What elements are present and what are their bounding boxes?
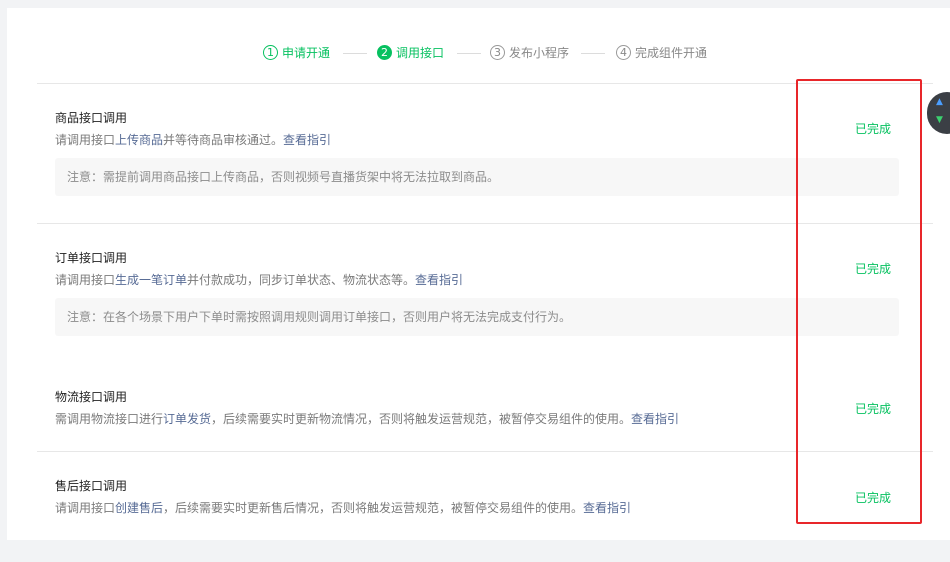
step-2-label: 调用接口 [396, 46, 445, 60]
desc-text: 并等待商品审核通过。 [163, 133, 284, 147]
step-4-label: 完成组件开通 [635, 46, 708, 60]
create-aftersale-link[interactable]: 创建售后 [115, 501, 163, 515]
arrow-up-icon: ▲ [936, 97, 943, 107]
desc-text: ，后续需要实时更新物流情况，否则将触发运营规范，被暂停交易组件的使用。 [211, 412, 632, 426]
arrow-down-icon: ▼ [936, 115, 943, 125]
section-title: 商品接口调用 [55, 111, 128, 125]
section-description: 需调用物流接口进行订单发货，后续需要实时更新物流情况，否则将触发运营规范，被暂停… [55, 411, 910, 427]
step-4-number: 4 [616, 45, 631, 60]
section-product-api: 商品接口调用 请调用接口上传商品并等待商品审核通过。查看指引 注意：需提前调用商… [55, 110, 910, 196]
section-description: 请调用接口生成一笔订单并付款成功，同步订单状态、物流状态等。查看指引 [55, 272, 910, 288]
desc-text: ，后续需要实时更新售后情况，否则将触发运营规范，被暂停交易组件的使用。 [163, 501, 584, 515]
section-aftersale-api: 售后接口调用 请调用接口创建售后，后续需要实时更新售后情况，否则将触发运营规范，… [55, 478, 910, 516]
create-order-link[interactable]: 生成一笔订单 [115, 273, 187, 287]
step-2-number: 2 [377, 45, 392, 60]
guide-link[interactable]: 查看指引 [415, 273, 463, 287]
step-1-number: 1 [263, 45, 278, 60]
step-2[interactable]: 2 调用接口 [377, 44, 444, 61]
notice-box: 注意：在各个场景下用户下单时需按照调用规则调用订单接口，否则用户将无法完成支付行… [55, 298, 899, 336]
step-3-label: 发布小程序 [509, 46, 570, 60]
section-title: 物流接口调用 [55, 390, 128, 404]
step-indicator: 1 申请开通 2 调用接口 3 发布小程序 4 完成组件开通 [7, 44, 950, 64]
section-description: 请调用接口创建售后，后续需要实时更新售后情况，否则将触发运营规范，被暂停交易组件… [55, 500, 910, 516]
section-order-api: 订单接口调用 请调用接口生成一笔订单并付款成功，同步订单状态、物流状态等。查看指… [55, 250, 910, 336]
section-title: 订单接口调用 [55, 251, 128, 265]
guide-link[interactable]: 查看指引 [631, 412, 679, 426]
guide-link[interactable]: 查看指引 [283, 133, 331, 147]
step-connector [343, 53, 367, 54]
desc-text: 请调用接口 [55, 133, 116, 147]
step-3-number: 3 [490, 45, 505, 60]
step-1-label: 申请开通 [282, 46, 331, 60]
guide-link[interactable]: 查看指引 [583, 501, 631, 515]
red-highlight-box [796, 79, 922, 524]
desc-text: 请调用接口 [55, 501, 116, 515]
section-logistics-api: 物流接口调用 需调用物流接口进行订单发货，后续需要实时更新物流情况，否则将触发运… [55, 389, 910, 427]
desc-text: 并付款成功，同步订单状态、物流状态等。 [187, 273, 416, 287]
step-connector [581, 53, 605, 54]
section-description: 请调用接口上传商品并等待商品审核通过。查看指引 [55, 132, 910, 148]
step-4[interactable]: 4 完成组件开通 [616, 44, 707, 61]
desc-text: 需调用物流接口进行 [55, 412, 164, 426]
order-shipping-link[interactable]: 订单发货 [163, 412, 211, 426]
desc-text: 请调用接口 [55, 273, 116, 287]
step-connector [457, 53, 481, 54]
notice-box: 注意：需提前调用商品接口上传商品，否则视频号直播货架中将无法拉取到商品。 [55, 158, 899, 196]
step-1[interactable]: 1 申请开通 [263, 44, 330, 61]
upload-product-link[interactable]: 上传商品 [115, 133, 163, 147]
step-3[interactable]: 3 发布小程序 [490, 44, 569, 61]
section-title: 售后接口调用 [55, 479, 128, 493]
